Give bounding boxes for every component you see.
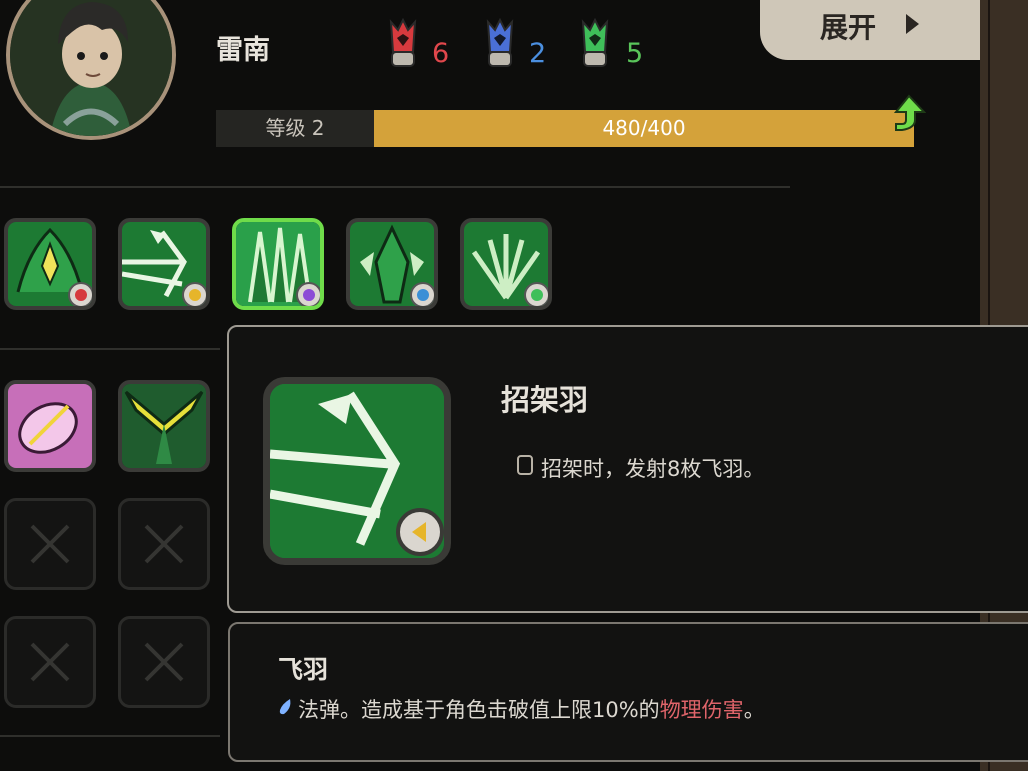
green-yellow-wing-icon [122,384,206,468]
play-arrow-icon [906,14,919,34]
red-gem-counter: 6 [388,16,458,74]
green-gem-count: 5 [626,38,644,69]
character-name: 雷南 [216,35,270,66]
xp-value: 480/400 [602,116,686,140]
blue-gem-counter: 2 [485,16,555,74]
expand-button[interactable]: 展开 [760,0,980,60]
pink-crystal-icon [8,384,92,468]
magic-bolt-icon [279,699,291,715]
blue-gem-count: 2 [529,38,547,69]
empty-x-icon [30,524,70,564]
red-gem-icon [389,18,417,67]
inventory-slot-1[interactable] [4,380,96,472]
yellow-badge-icon [182,282,206,306]
inventory-slot-5-empty[interactable] [4,616,96,708]
skill-slot-2[interactable] [118,218,210,310]
inventory-slot-3-empty[interactable] [4,498,96,590]
section-divider [0,348,220,350]
expand-button-label: 展开 [820,11,877,44]
skill-detail-panel: 招架羽 招架时，发射8枚飞羽。 [227,325,1028,613]
red-badge-icon [68,282,92,306]
inventory-slot-2[interactable] [118,380,210,472]
inventory-slot-4-empty[interactable] [118,498,210,590]
level-progress-bar: 等级 2 480/400 [216,110,914,147]
skill-slot-3-selected[interactable] [232,218,324,310]
empty-x-icon [30,642,70,682]
purple-badge-icon [296,282,320,306]
projectile-detail-panel: 飞羽 法弹。造成基于角色击破值上限10%的物理伤害。 [228,622,1028,762]
blue-gem-icon [486,18,514,67]
level-label: 等级 2 [216,110,374,147]
projectile-description: 法弹。造成基于角色击破值上限10%的物理伤害。 [298,694,765,724]
skill-slot-5[interactable] [460,218,552,310]
skill-slot-4[interactable] [346,218,438,310]
section-divider [0,186,790,188]
projectile-title: 飞羽 [278,655,329,684]
feather-arrow-skill-icon [263,377,451,565]
skill-slot-1[interactable] [4,218,96,310]
green-gem-counter: 5 [580,16,650,74]
section-divider [0,735,220,737]
projectile-description-text: 法弹。造成基于角色击破值上限10%的 [298,698,660,722]
empty-x-icon [144,642,184,682]
green-gem-icon [581,18,609,67]
skill-detail-title: 招架羽 [501,383,589,417]
empty-x-icon [144,524,184,564]
physical-damage-keyword[interactable]: 物理伤害 [660,698,744,722]
avatar-portrait-icon [10,0,172,136]
green-badge-icon [524,282,548,306]
skill-detail-description: 招架时，发射8枚飞羽。 [541,457,765,481]
projectile-description-end: 。 [743,698,765,722]
inventory-slot-6-empty[interactable] [118,616,210,708]
red-gem-count: 6 [432,38,450,69]
blue-badge-icon [410,282,434,306]
shield-trigger-icon [517,455,533,475]
level-up-arrow-icon[interactable] [892,94,926,136]
